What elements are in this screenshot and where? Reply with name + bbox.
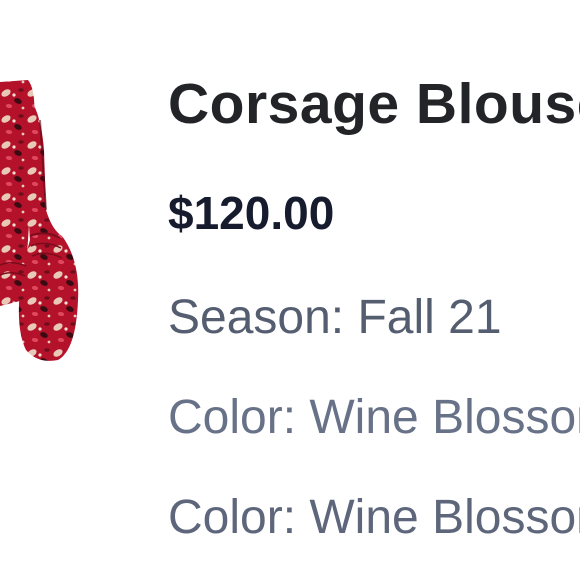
product-season: Season: Fall 21 [168,291,502,344]
product-card[interactable]: Corsage Blouse $120.00 Season: Fall 21 C… [0,0,580,580]
product-price: $120.00 [168,187,335,239]
blouse-photo-icon [0,80,79,361]
product-image[interactable] [0,60,100,380]
product-color: Color: Wine Blossom [168,391,580,444]
product-title[interactable]: Corsage Blouse [168,72,580,136]
product-color: Color: Wine Blossom [168,491,580,544]
